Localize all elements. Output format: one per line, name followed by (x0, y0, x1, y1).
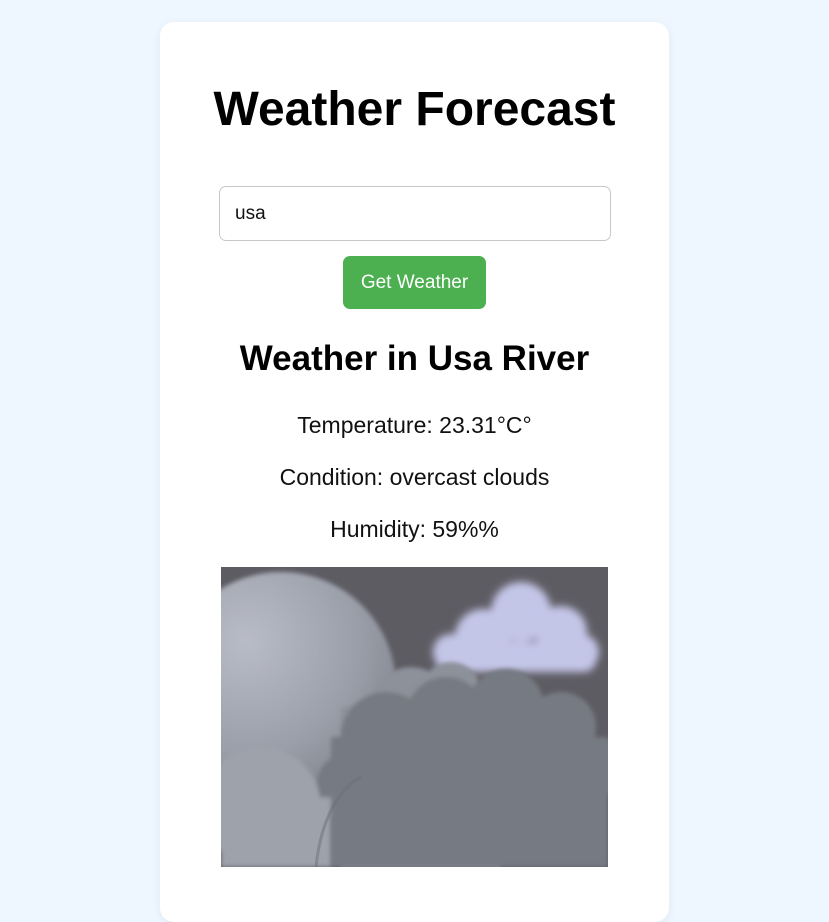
weather-result-heading: Weather in Usa River (239, 339, 590, 378)
humidity-text: Humidity: 59%% (330, 516, 499, 542)
overcast-clouds-icon (221, 567, 608, 867)
get-weather-button[interactable]: Get Weather (343, 256, 486, 309)
weather-card: Weather Forecast Get Weather Weather in … (160, 22, 669, 922)
temperature-text: Temperature: 23.31°C° (297, 412, 532, 438)
overcast-clouds-image (221, 567, 608, 867)
page-title: Weather Forecast (213, 83, 616, 136)
city-search-input[interactable] (219, 186, 611, 241)
condition-text: Condition: overcast clouds (279, 464, 550, 490)
